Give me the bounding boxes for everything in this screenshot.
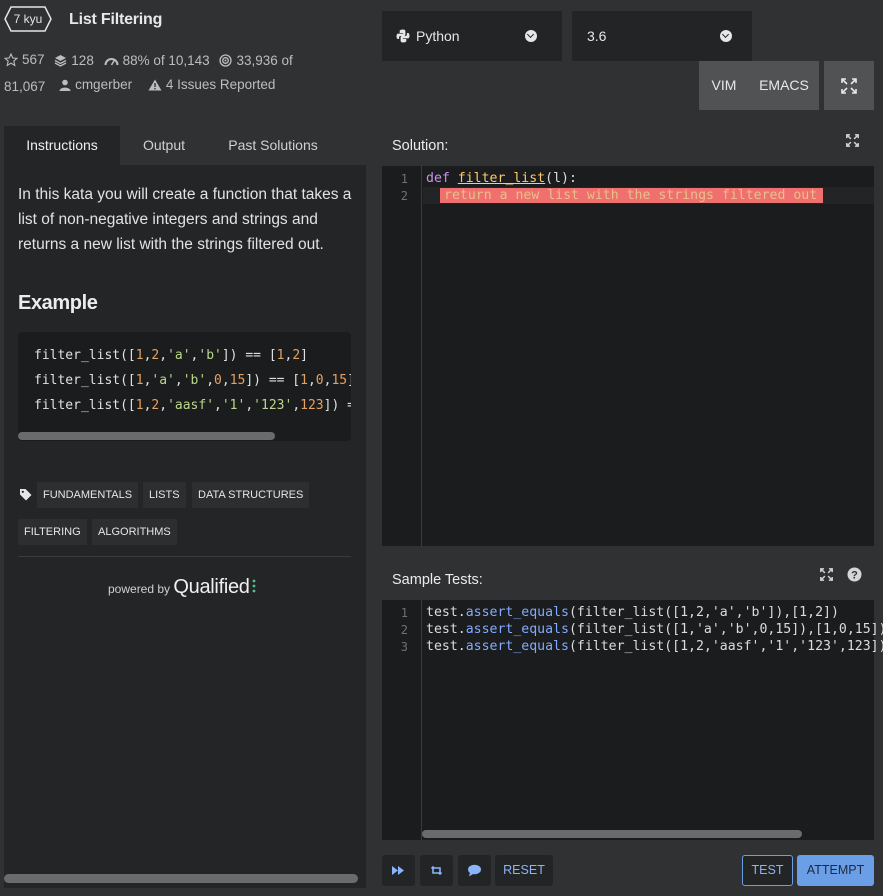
sample-tests-heading: Sample Tests:: [392, 572, 483, 588]
completed-value-a: 33,936 of: [236, 52, 293, 68]
example-code-block: filter_list([1,2,'a','b']) == [1,2] filt…: [18, 332, 351, 441]
version-select[interactable]: 3.6: [572, 11, 752, 61]
tag-lists[interactable]: LISTS: [143, 482, 186, 508]
tag-filtering[interactable]: FILTERING: [18, 519, 87, 545]
example-line-1: filter_list([1,2,'a','b']) == [1,2]: [34, 348, 308, 363]
powered-by-prefix: powered by: [108, 582, 171, 596]
rank-label: 7 kyu: [13, 12, 43, 26]
todo-comment: return a new list with the strings filte…: [440, 188, 824, 203]
line-gutter: 1 2: [382, 166, 422, 546]
code-line-1: def filter_list(l):: [426, 171, 577, 186]
line-number: 2: [400, 623, 408, 637]
user-icon: [59, 79, 71, 91]
satisfaction-value: 88% of 10,143: [122, 53, 210, 68]
gauge-icon: [104, 58, 119, 66]
completed-value-b: 81,067: [4, 79, 46, 94]
python-icon: [396, 29, 410, 43]
sample-tests-header: Sample Tests:: [382, 560, 874, 600]
tab-output[interactable]: Output: [120, 126, 208, 165]
author-stat[interactable]: cmgerber: [59, 74, 132, 96]
powered-by[interactable]: powered by Qualified: [108, 576, 256, 599]
author-name: cmgerber: [75, 77, 133, 92]
code-line-2: return a new list with the strings filte…: [440, 188, 824, 203]
collections-stat[interactable]: 128: [54, 50, 94, 72]
refresh-icon: [430, 865, 443, 876]
tag-algorithms[interactable]: ALGORITHMS: [92, 519, 177, 545]
example-line-3: filter_list([1,2,'aasf','1','123',123]) …: [34, 398, 351, 413]
issues-count: 4 Issues Reported: [165, 77, 276, 92]
svg-text:?: ?: [851, 570, 858, 582]
version-value: 3.6: [587, 28, 607, 44]
instructions-scrollbar[interactable]: [4, 874, 358, 883]
completed-total: 81,067: [4, 76, 45, 98]
vim-mode-button[interactable]: VIM: [699, 61, 749, 110]
test-button[interactable]: TEST: [742, 855, 793, 886]
tests-scrollbar[interactable]: [422, 830, 802, 838]
line-number: 1: [400, 606, 408, 620]
kata-description: In this kata you will create a function …: [18, 186, 352, 253]
fullscreen-button[interactable]: [824, 61, 874, 110]
example-heading: Example: [18, 292, 98, 314]
tab-instructions[interactable]: Instructions: [4, 126, 120, 165]
line-gutter: 1 2 3: [382, 600, 422, 840]
layers-icon: [54, 55, 67, 67]
tag-data-structures[interactable]: DATA STRUCTURES: [192, 482, 310, 508]
sample-tests-editor[interactable]: 1 2 3 test.assert_equals(filter_list([1,…: [382, 600, 883, 840]
chevron-down-icon: [525, 30, 537, 42]
satisfaction-stat: 88% of 10,143: [104, 50, 210, 72]
language-select[interactable]: Python: [382, 11, 562, 61]
star-icon: [4, 53, 18, 67]
solution-heading: Solution:: [392, 138, 449, 154]
warning-icon: [148, 79, 162, 91]
language-name: Python: [416, 28, 460, 44]
tab-past-solutions[interactable]: Past Solutions: [208, 126, 338, 165]
qualified-logo: Qualified: [173, 576, 250, 598]
test-line-1: test.assert_equals(filter_list([1,2,'a',…: [426, 605, 839, 620]
chevron-down-icon: [720, 30, 732, 42]
target-icon: [219, 54, 233, 67]
panel-tabs: Instructions Output Past Solutions: [4, 126, 366, 165]
example-line-2: filter_list([1,'a','b',0,15]) == [1,0,15…: [34, 373, 351, 388]
tag-fundamentals[interactable]: FUNDAMENTALS: [37, 482, 139, 508]
code-scrollbar[interactable]: [18, 432, 275, 440]
emacs-mode-button[interactable]: EMACS: [749, 61, 819, 110]
line-number: 3: [400, 640, 408, 654]
tag-icon: [20, 489, 32, 501]
chat-icon: [468, 864, 481, 877]
divider: [18, 556, 351, 557]
line-number: 1: [400, 172, 408, 186]
expand-icon: [841, 78, 857, 94]
help-icon[interactable]: ?: [847, 567, 862, 582]
attempt-button[interactable]: ATTEMPT: [797, 855, 874, 886]
test-line-3: test.assert_equals(filter_list([1,2,'aas…: [426, 639, 883, 654]
dots-icon: [252, 579, 256, 593]
reset-button[interactable]: RESET: [495, 855, 553, 886]
solution-header: Solution:: [382, 126, 874, 166]
stars-stat[interactable]: 567: [4, 49, 45, 71]
fast-forward-icon: [392, 866, 404, 875]
collections-count: 128: [71, 52, 94, 68]
test-line-2: test.assert_equals(filter_list([1,'a','b…: [426, 622, 883, 637]
kata-stats: 567 128 88% of 10,143 33,936 of 81,067 c…: [4, 49, 324, 98]
stars-count: 567: [22, 52, 45, 67]
issues-stat[interactable]: 4 Issues Reported: [148, 74, 276, 96]
expand-icon[interactable]: [820, 568, 833, 581]
rank-badge: 7 kyu: [4, 6, 52, 32]
kata-title[interactable]: List Filtering: [69, 11, 162, 29]
skip-button[interactable]: [382, 855, 415, 886]
expand-icon[interactable]: [846, 134, 859, 147]
completed-stat: 33,936 of: [219, 50, 293, 72]
discuss-button[interactable]: [458, 855, 491, 886]
refresh-button[interactable]: [420, 855, 453, 886]
solution-editor[interactable]: 1 2 def filter_list(l): return a new lis…: [382, 166, 874, 546]
line-number: 2: [400, 189, 408, 203]
